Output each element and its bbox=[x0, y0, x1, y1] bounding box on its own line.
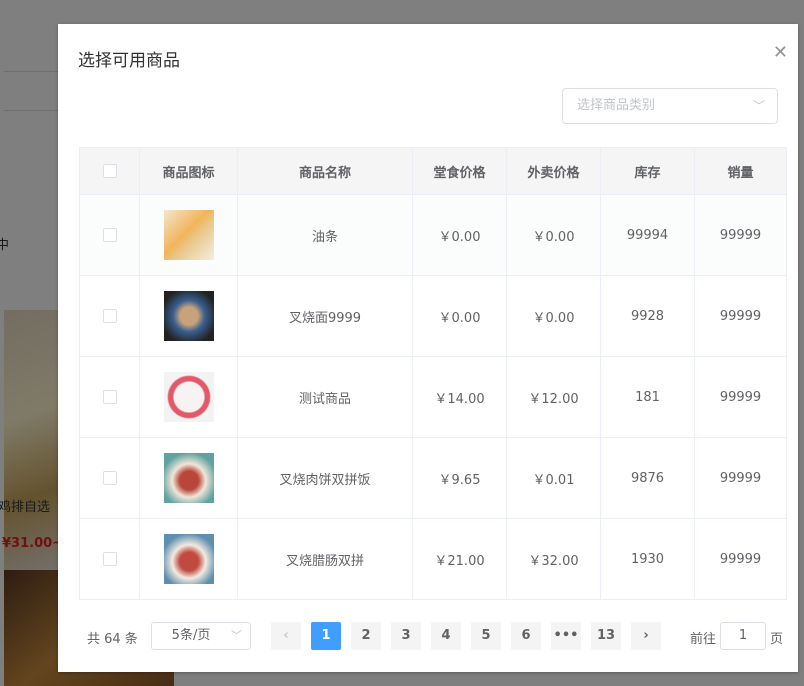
dine-in-price: ￥21.00 bbox=[412, 518, 507, 600]
row-checkbox[interactable] bbox=[102, 228, 117, 242]
chevron-down-icon: ﹀ bbox=[231, 629, 242, 642]
takeout-price: ￥0.00 bbox=[506, 194, 601, 276]
next-page-button[interactable]: › bbox=[631, 622, 661, 650]
stock: 99994 bbox=[600, 194, 695, 276]
dialog-title: 选择可用商品 bbox=[78, 51, 180, 71]
takeout-price: ￥12.00 bbox=[506, 356, 601, 438]
table-row: 叉烧腊肠双拼 ￥21.00 ￥32.00 1930 99999 bbox=[79, 518, 787, 600]
table-row: 叉烧肉饼双拼饭 ￥9.65 ￥0.01 9876 99999 bbox=[79, 437, 787, 519]
prev-page-button[interactable]: ‹ bbox=[271, 622, 301, 650]
stock: 1930 bbox=[600, 518, 695, 600]
product-name: 测试商品 bbox=[237, 356, 413, 438]
product-thumbnail bbox=[163, 534, 214, 584]
sales: 99999 bbox=[694, 437, 787, 519]
product-thumbnail bbox=[163, 453, 214, 503]
page-button[interactable]: 6 bbox=[511, 622, 541, 650]
header-name: 商品名称 bbox=[237, 147, 413, 195]
goto-unit: 页 bbox=[770, 632, 784, 647]
product-name: 叉烧腊肠双拼 bbox=[237, 518, 413, 600]
category-select[interactable]: 选择商品类别 ﹀ bbox=[562, 88, 778, 124]
table-row: 测试商品 ￥14.00 ￥12.00 181 99999 bbox=[79, 356, 787, 438]
sales: 99999 bbox=[694, 518, 787, 600]
sales: 99999 bbox=[694, 356, 787, 438]
page-button[interactable]: 13 bbox=[591, 622, 621, 650]
page-button[interactable]: 1 bbox=[311, 622, 341, 650]
sales: 99999 bbox=[694, 275, 787, 357]
row-checkbox[interactable] bbox=[102, 309, 117, 323]
header-icon: 商品图标 bbox=[139, 147, 238, 195]
goto-page-input[interactable]: 1 bbox=[720, 622, 766, 650]
more-pages-button[interactable]: ••• bbox=[551, 622, 581, 650]
table-row: 叉烧面9999 ￥0.00 ￥0.00 9928 99999 bbox=[79, 275, 787, 357]
product-name: 油条 bbox=[237, 194, 413, 276]
table-header: 商品图标 商品名称 堂食价格 外卖价格 库存 销量 bbox=[79, 147, 787, 195]
chevron-down-icon: ﹀ bbox=[752, 99, 765, 113]
product-name: 叉烧面9999 bbox=[237, 275, 413, 357]
stock: 181 bbox=[600, 356, 695, 438]
pagination-total: 共 64 条 bbox=[87, 632, 138, 647]
product-thumbnail bbox=[163, 291, 214, 341]
page-size-value: 5条/页 bbox=[171, 628, 211, 643]
dine-in-price: ￥9.65 bbox=[412, 437, 507, 519]
product-table: 商品图标 商品名称 堂食价格 外卖价格 库存 销量 油条 ￥0.00 ￥0.00… bbox=[79, 147, 787, 600]
row-checkbox[interactable] bbox=[102, 552, 117, 566]
header-stock: 库存 bbox=[600, 147, 695, 195]
category-select-placeholder: 选择商品类别 bbox=[577, 98, 656, 113]
dine-in-price: ￥14.00 bbox=[412, 356, 507, 438]
dine-in-price: ￥0.00 bbox=[412, 275, 507, 357]
select-all-checkbox[interactable] bbox=[102, 164, 117, 178]
stock: 9876 bbox=[600, 437, 695, 519]
product-name: 叉烧肉饼双拼饭 bbox=[237, 437, 413, 519]
select-product-dialog: 选择可用商品 ✕ 选择商品类别 ﹀ 商品图标 商品名称 堂食价格 外卖价格 库存… bbox=[58, 24, 798, 672]
stock: 9928 bbox=[600, 275, 695, 357]
product-thumbnail bbox=[163, 372, 214, 422]
page-button[interactable]: 2 bbox=[351, 622, 381, 650]
page-button[interactable]: 3 bbox=[391, 622, 421, 650]
header-sales: 销量 bbox=[694, 147, 787, 195]
table-row: 油条 ￥0.00 ￥0.00 99994 99999 bbox=[79, 194, 787, 276]
header-dine-in-price: 堂食价格 bbox=[412, 147, 507, 195]
page-button[interactable]: 4 bbox=[431, 622, 461, 650]
takeout-price: ￥0.01 bbox=[506, 437, 601, 519]
header-takeout-price: 外卖价格 bbox=[506, 147, 601, 195]
page-button[interactable]: 5 bbox=[471, 622, 501, 650]
goto-label: 前往 bbox=[690, 632, 717, 647]
takeout-price: ￥32.00 bbox=[506, 518, 601, 600]
pagination: 共 64 条 5条/页 ﹀ ‹ 1 2 3 4 5 6 ••• 13 › 前往 1 页 bbox=[58, 622, 798, 650]
page-size-select[interactable]: 5条/页 ﹀ bbox=[151, 622, 251, 650]
sales: 99999 bbox=[694, 194, 787, 276]
close-icon[interactable]: ✕ bbox=[773, 42, 788, 63]
row-checkbox[interactable] bbox=[102, 471, 117, 485]
takeout-price: ￥0.00 bbox=[506, 275, 601, 357]
dine-in-price: ￥0.00 bbox=[412, 194, 507, 276]
product-thumbnail bbox=[163, 210, 214, 260]
row-checkbox[interactable] bbox=[102, 390, 117, 404]
